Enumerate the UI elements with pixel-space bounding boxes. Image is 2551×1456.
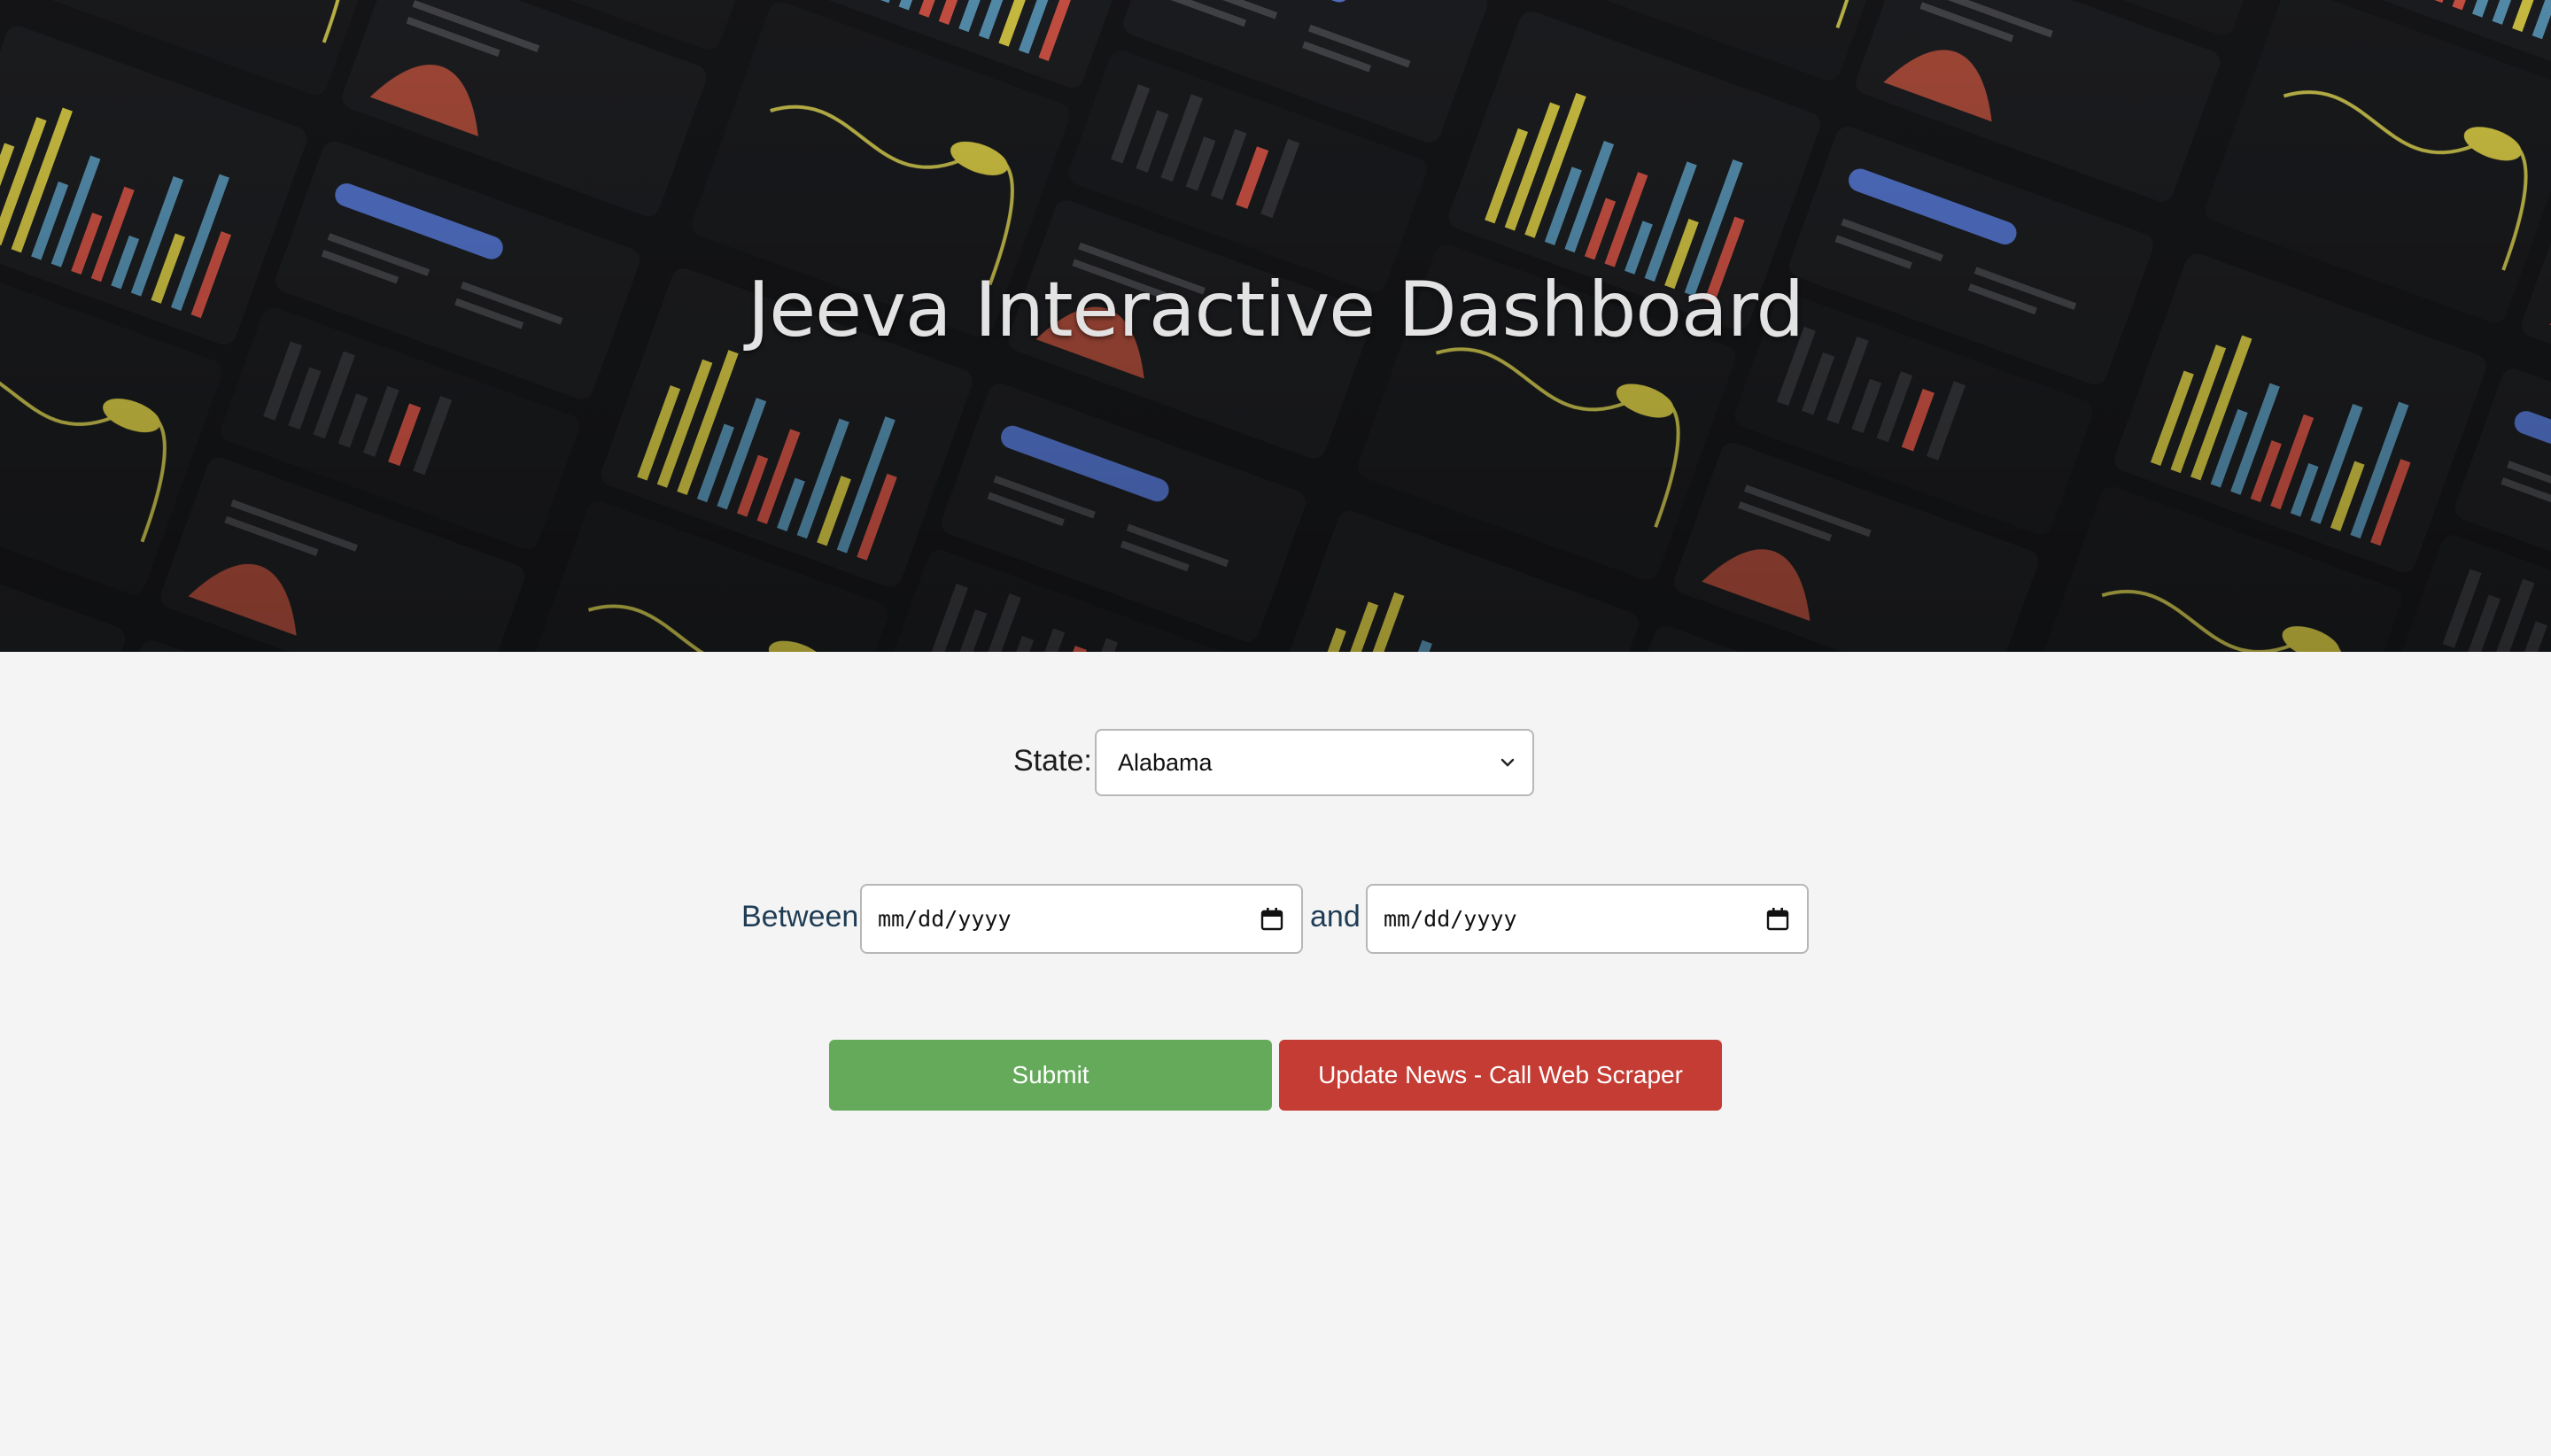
start-date-input[interactable]: mm/dd/yyyy [860, 884, 1303, 954]
start-date-placeholder: mm/dd/yyyy [878, 906, 1012, 932]
calendar-icon[interactable] [1260, 907, 1283, 932]
update-news-button[interactable]: Update News - Call Web Scraper [1279, 1040, 1722, 1111]
state-select-value: Alabama [1118, 748, 1213, 776]
between-label: Between [741, 900, 859, 933]
calendar-icon[interactable] [1766, 907, 1789, 932]
and-label: and [1310, 900, 1361, 933]
state-select[interactable]: Alabama [1095, 729, 1534, 796]
end-date-placeholder: mm/dd/yyyy [1384, 906, 1517, 932]
page-title: Jeeva Interactive Dashboard [747, 266, 1804, 354]
submit-button[interactable]: Submit [829, 1040, 1272, 1111]
state-label: State: [1013, 744, 1092, 778]
hero-banner: Jeeva Interactive Dashboard [0, 0, 2551, 652]
end-date-input[interactable]: mm/dd/yyyy [1366, 884, 1809, 954]
chevron-down-icon [1500, 758, 1515, 767]
